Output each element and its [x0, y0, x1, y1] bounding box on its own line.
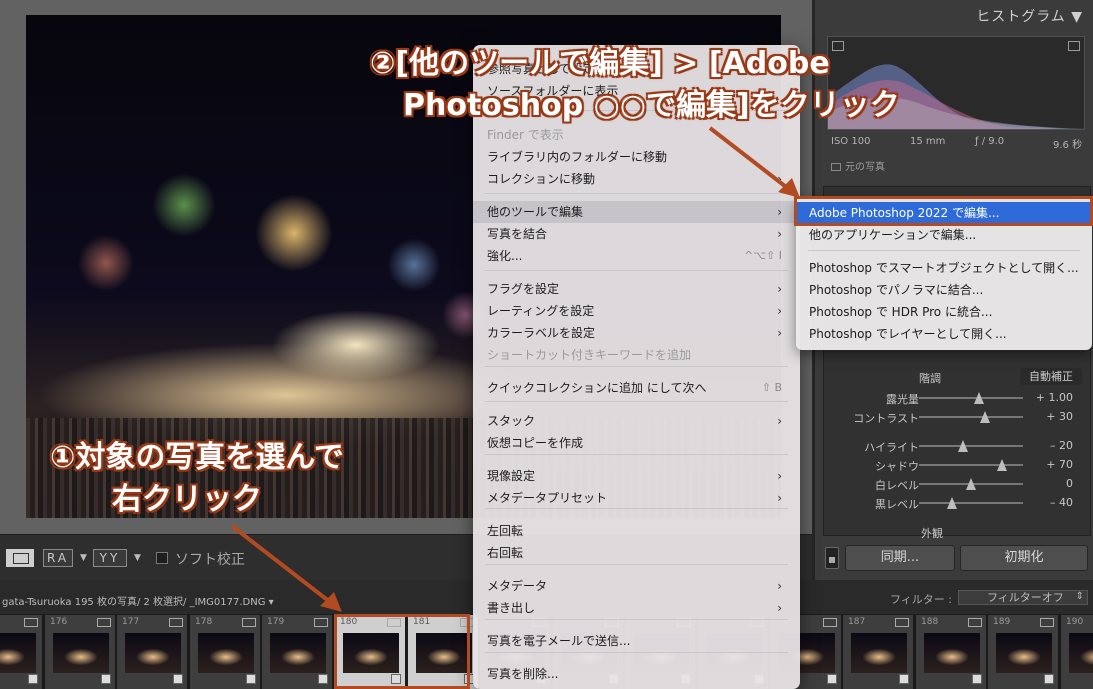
annotation-arrow-line	[230, 524, 332, 604]
annotation-step1-line2: 右クリック	[112, 482, 262, 517]
annotation-step2-line2: Photoshop ○○で編集]をクリック	[403, 88, 900, 123]
annotation-arrow-line	[708, 126, 792, 192]
annotation-step1-line1: ①対象の写真を選んで	[50, 440, 344, 475]
annotation-step2-line1: ②[他のツールで編集] > [Adobe	[370, 46, 830, 81]
